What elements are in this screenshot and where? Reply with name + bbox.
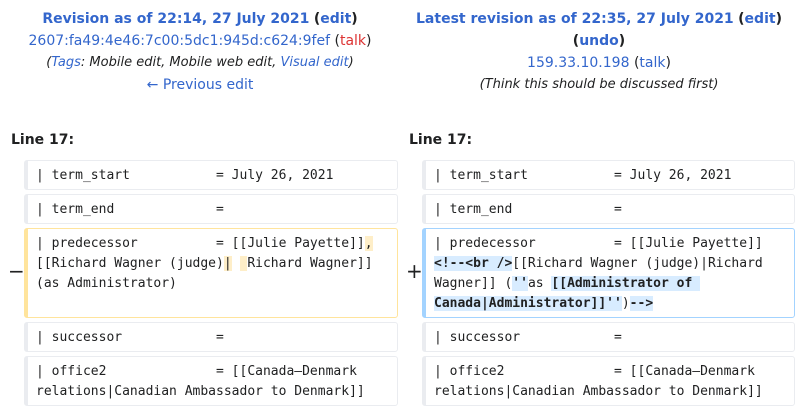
added-highlight: --> — [629, 296, 654, 311]
previous-edit-link[interactable]: ← Previous edit — [147, 77, 254, 93]
right-revision-header: Latest revision as of 22:35, 27 July 202… — [399, 8, 799, 96]
context-line-successor-left: | successor = — [24, 322, 398, 352]
edit-summary: (Think this should be discussed first) — [479, 77, 719, 92]
left-tags: (Tags: Mobile edit, Mobile web edit, Vis… — [46, 55, 354, 70]
right-talk-link[interactable]: talk — [639, 55, 665, 71]
left-revision-title[interactable]: Revision as of 22:14, 27 July 2021 — [42, 11, 309, 27]
undo-link[interactable]: undo — [579, 33, 619, 49]
line-number-left: Line 17: — [11, 132, 75, 148]
added-text: ) — [621, 296, 630, 311]
deleted-text — [232, 256, 240, 271]
tags-link[interactable]: Tags — [51, 55, 81, 70]
right-edit-link[interactable]: edit — [745, 11, 776, 27]
left-talk-link[interactable]: talk — [340, 33, 366, 49]
added-line-predecessor: | predecessor = [[Julie Payette]] <!--<br… — [422, 228, 795, 318]
added-highlight: '' — [512, 276, 528, 291]
tags-text: : Mobile edit, Mobile web edit, — [80, 55, 281, 70]
visual-edit-link[interactable]: Visual edit — [280, 55, 348, 70]
context-line-office2-right: | office2 = [[Canada–Denmark relations|C… — [422, 356, 795, 406]
deleted-line-marker: − — [8, 259, 25, 283]
deleted-highlight: , — [364, 236, 373, 251]
context-line-office2-left: | office2 = [[Canada–Denmark relations|C… — [24, 356, 398, 406]
added-text: | predecessor = [[Julie Payette]] — [434, 236, 763, 251]
deleted-line-predecessor: | predecessor = [[Julie Payette]], [[Ric… — [24, 228, 398, 318]
right-revision-title[interactable]: Latest revision as of 22:35, 27 July 202… — [416, 11, 734, 27]
left-edit-link[interactable]: edit — [320, 11, 351, 27]
deleted-highlight: | — [223, 256, 232, 271]
left-user-link[interactable]: 2607:fa49:4e46:7c00:5dc1:945d:c624:9fef — [29, 33, 331, 49]
added-text: as — [527, 276, 552, 291]
deleted-text: | predecessor = [[Julie Payette]] — [36, 236, 365, 251]
context-line-term-end-left: | term_end = — [24, 194, 398, 224]
context-line-term-start-left: | term_start = July 26, 2021 — [24, 160, 398, 190]
context-line-term-start-right: | term_start = July 26, 2021 — [422, 160, 795, 190]
added-line-marker: + — [406, 259, 423, 283]
left-revision-header: Revision as of 22:14, 27 July 2021 (edit… — [0, 8, 400, 96]
line-number-right: Line 17: — [409, 132, 473, 148]
context-line-successor-right: | successor = — [422, 322, 795, 352]
right-user-link[interactable]: 159.33.10.198 — [527, 55, 629, 71]
added-highlight: <!--<br /> — [434, 256, 513, 271]
context-line-term-end-right: | term_end = — [422, 194, 795, 224]
